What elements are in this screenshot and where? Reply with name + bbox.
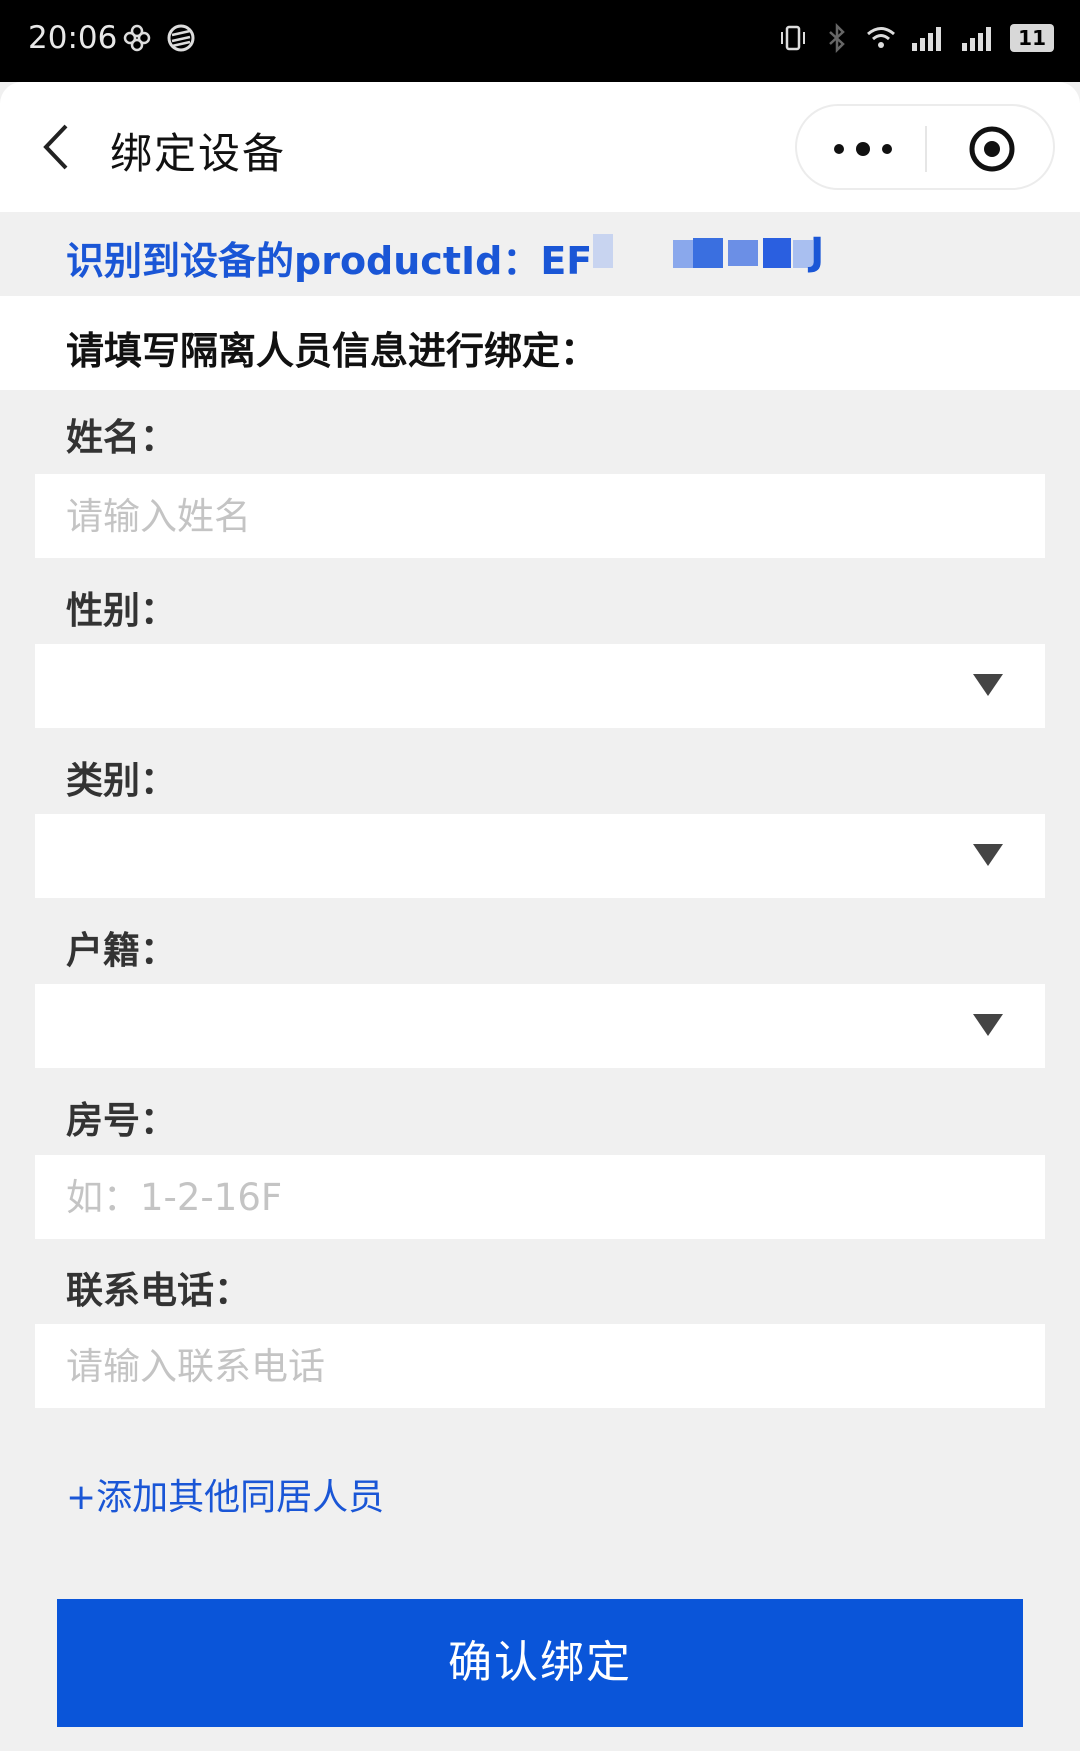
dropdown-arrow-icon xyxy=(973,674,1003,696)
status-bar: 20:06 11 xyxy=(0,0,1080,82)
name-field-box xyxy=(35,474,1045,558)
dropdown-arrow-icon xyxy=(973,1014,1003,1036)
battery-icon: 11 xyxy=(1010,24,1054,52)
phone-label: 联系电话： xyxy=(66,1269,251,1312)
pixelated-redaction xyxy=(593,234,813,268)
dropdown-arrow-icon xyxy=(973,844,1003,866)
bluetooth-icon xyxy=(829,22,845,54)
signal-2-icon xyxy=(962,27,992,51)
residence-select[interactable] xyxy=(35,984,1045,1068)
product-id-label: 识别到设备的productId：EF xyxy=(66,239,593,283)
phone-input[interactable] xyxy=(35,1324,1045,1408)
target-icon[interactable] xyxy=(967,124,1017,174)
chevron-left-icon[interactable] xyxy=(38,122,74,172)
residence-label: 户籍： xyxy=(66,929,177,972)
name-label: 姓名： xyxy=(66,416,177,459)
flower-icon xyxy=(123,24,151,52)
wifi-icon xyxy=(867,27,896,48)
carrier-icon xyxy=(167,24,195,52)
category-select[interactable] xyxy=(35,814,1045,898)
status-time: 20:06 xyxy=(28,20,118,56)
product-id-value: J xyxy=(810,230,825,274)
nav-bar: 绑定设备 xyxy=(0,82,1080,212)
section-title-text: 请填写隔离人员信息进行绑定： xyxy=(66,329,599,373)
confirm-bind-button[interactable]: 确认绑定 xyxy=(57,1599,1023,1727)
more-dots-icon[interactable] xyxy=(825,124,901,174)
vibrate-icon xyxy=(781,25,806,51)
name-input[interactable] xyxy=(35,474,1045,558)
gender-label: 性别： xyxy=(66,589,177,632)
section-title: 请填写隔离人员信息进行绑定： xyxy=(0,296,1080,390)
product-id-row: 识别到设备的productId：EF J xyxy=(0,212,1080,296)
add-cohabitant-link[interactable]: +添加其他同居人员 xyxy=(66,1468,384,1520)
room-field-box xyxy=(35,1155,1045,1239)
phone-field-box xyxy=(35,1324,1045,1408)
capsule-menu xyxy=(795,104,1055,190)
capsule-divider xyxy=(925,126,927,172)
room-label: 房号： xyxy=(66,1099,177,1142)
category-label: 类别： xyxy=(66,759,177,802)
gender-select[interactable] xyxy=(35,644,1045,728)
page-title: 绑定设备 xyxy=(110,129,287,178)
signal-icon xyxy=(912,27,942,51)
room-input[interactable] xyxy=(35,1155,1045,1239)
